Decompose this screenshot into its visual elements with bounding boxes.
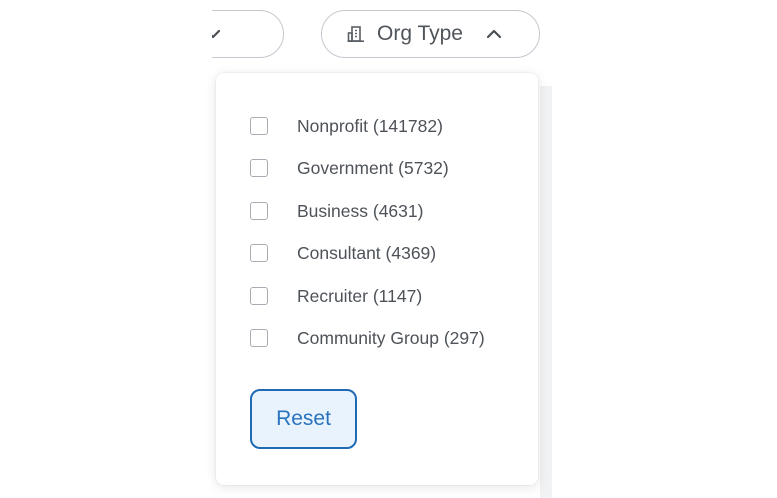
filter-bar-screen: s Org Type Nonprofit (141782) bbox=[0, 0, 777, 498]
option-community-group-checkbox[interactable] bbox=[250, 329, 268, 347]
org-type-label: Org Type bbox=[377, 22, 463, 45]
option-business-checkbox[interactable] bbox=[250, 202, 268, 220]
option-consultant-label: Consultant (4369) bbox=[297, 242, 437, 263]
option-community-group[interactable]: Community Group (297) bbox=[250, 326, 485, 350]
option-nonprofit-checkbox[interactable] bbox=[250, 117, 268, 135]
building-icon bbox=[347, 26, 364, 43]
option-recruiter-checkbox[interactable] bbox=[250, 287, 268, 305]
option-government-label: Government (5732) bbox=[297, 157, 449, 178]
reset-button[interactable]: Reset bbox=[250, 389, 357, 449]
option-recruiter-label: Recruiter (1147) bbox=[297, 285, 423, 306]
previous-filter-dropdown[interactable]: s bbox=[212, 10, 284, 58]
option-consultant-checkbox[interactable] bbox=[250, 244, 268, 262]
org-type-dropdown-panel: Nonprofit (141782) Government (5732) Bus… bbox=[216, 73, 538, 485]
option-government-checkbox[interactable] bbox=[250, 159, 268, 177]
option-business[interactable]: Business (4631) bbox=[250, 199, 423, 223]
option-recruiter[interactable]: Recruiter (1147) bbox=[250, 284, 422, 308]
option-government[interactable]: Government (5732) bbox=[250, 156, 449, 180]
option-business-label: Business (4631) bbox=[297, 200, 424, 221]
org-type-dropdown[interactable]: Org Type bbox=[321, 10, 540, 58]
option-nonprofit-label: Nonprofit (141782) bbox=[297, 115, 443, 136]
chevron-up-icon bbox=[486, 29, 502, 39]
option-nonprofit[interactable]: Nonprofit (141782) bbox=[250, 114, 443, 138]
chevron-down-icon bbox=[212, 29, 220, 39]
option-consultant[interactable]: Consultant (4369) bbox=[250, 241, 436, 265]
option-community-group-label: Community Group (297) bbox=[297, 327, 485, 348]
